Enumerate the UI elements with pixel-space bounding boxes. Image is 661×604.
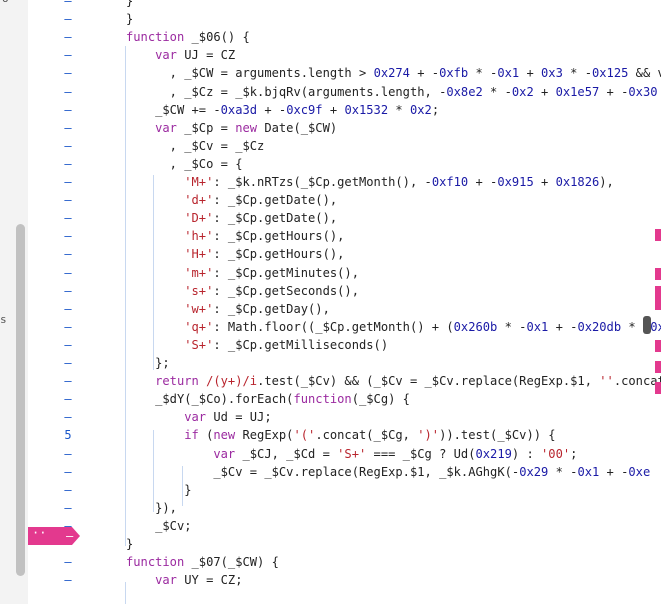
code-line[interactable]: 'q+': Math.floor((_$Cp.getMonth() + (0x2…: [126, 318, 661, 336]
gutter-line[interactable]: –: [28, 83, 94, 101]
code-line[interactable]: function _$06() {: [126, 28, 250, 46]
code-line[interactable]: }: [126, 0, 133, 10]
gutter-line[interactable]: –: [28, 137, 94, 155]
scroll-mark: [655, 382, 661, 394]
scroll-mark: [655, 268, 661, 280]
gutter-line[interactable]: –: [28, 155, 94, 173]
code-line[interactable]: 'd+': _$Cp.getDate(),: [126, 191, 337, 209]
gutter-line[interactable]: –: [28, 445, 94, 463]
left-panel-glyph-top: o: [2, 0, 9, 5]
gutter-line[interactable]: –: [28, 318, 94, 336]
scroll-mark: [655, 286, 661, 298]
code-line[interactable]: 'S+': _$Cp.getMilliseconds(): [126, 336, 388, 354]
code-line[interactable]: 'm+': _$Cp.getMinutes(),: [126, 264, 359, 282]
scroll-mark: [655, 229, 661, 241]
code-vertical-scrollbar[interactable]: [643, 316, 651, 334]
gutter-line[interactable]: –: [28, 101, 94, 119]
code-line[interactable]: , _$Cz = _$k.bjqRv(arguments.length, -0x…: [126, 83, 658, 101]
gutter-line[interactable]: –: [28, 227, 94, 245]
gutter-line[interactable]: –: [28, 28, 94, 46]
code-line[interactable]: var _$Cp = new Date(_$CW): [126, 119, 337, 137]
scroll-mark: [655, 340, 661, 352]
gutter-line[interactable]: –: [28, 0, 94, 10]
code-line[interactable]: 'H+': _$Cp.getHours(),: [126, 245, 344, 263]
gutter-line[interactable]: –: [28, 64, 94, 82]
code-line[interactable]: }),: [126, 499, 177, 517]
left-panel-scrollbar[interactable]: [16, 224, 25, 576]
code-line[interactable]: }: [126, 481, 191, 499]
gutter-line[interactable]: –: [28, 245, 94, 263]
code-line[interactable]: 'D+': _$Cp.getDate(),: [126, 209, 337, 227]
breakpoint-marker[interactable]: ·· –: [28, 527, 80, 545]
code-line[interactable]: var UY = CZ;: [126, 571, 242, 589]
gutter-line[interactable]: –: [28, 264, 94, 282]
code-line[interactable]: }: [126, 10, 133, 28]
code-line[interactable]: 's+': _$Cp.getSeconds(),: [126, 282, 359, 300]
code-line[interactable]: _$dY(_$Co).forEach(function(_$Cg) {: [126, 390, 410, 408]
code-line[interactable]: function _$07(_$CW) {: [126, 553, 279, 571]
gutter-line[interactable]: –: [28, 408, 94, 426]
code-line[interactable]: if (new RegExp('('.concat(_$Cg, ')')).te…: [126, 426, 555, 444]
gutter-line[interactable]: –: [28, 553, 94, 571]
gutter-line[interactable]: –: [28, 119, 94, 137]
gutter-line[interactable]: –: [28, 209, 94, 227]
gutter-line[interactable]: –: [28, 282, 94, 300]
gutter-line[interactable]: –: [28, 372, 94, 390]
code-line[interactable]: , _$CW = arguments.length > 0x274 + -0xf…: [126, 64, 661, 82]
code-line[interactable]: var Ud = UJ;: [126, 408, 271, 426]
gutter-line[interactable]: –: [28, 481, 94, 499]
code-line[interactable]: 'w+': _$Cp.getDay(),: [126, 300, 330, 318]
gutter-line[interactable]: –: [28, 463, 94, 481]
code-editor[interactable]: }} function _$06() { var UJ = CZ , _$CW =…: [96, 0, 661, 604]
code-line[interactable]: , _$Co = {: [126, 155, 243, 173]
gutter-line[interactable]: –: [28, 10, 94, 28]
code-line[interactable]: }: [126, 535, 133, 553]
gutter-line[interactable]: –: [28, 191, 94, 209]
gutter-line[interactable]: –: [28, 46, 94, 64]
code-line[interactable]: _$Cv = _$Cv.replace(RegExp.$1, _$k.AGhgK…: [126, 463, 650, 481]
gutter-line[interactable]: –: [28, 571, 94, 589]
code-line[interactable]: 'M+': _$k.nRTzs(_$Cp.getMonth(), -0xf10 …: [126, 173, 614, 191]
scroll-mark: [655, 361, 661, 373]
code-line[interactable]: return /(y+)/i.test(_$Cv) && (_$Cv = _$C…: [126, 372, 661, 390]
gutter-line[interactable]: –: [28, 390, 94, 408]
code-line[interactable]: var _$CJ, _$Cd = 'S+' === _$Cg ? Ud(0x21…: [126, 445, 577, 463]
left-panel: o s: [0, 0, 29, 604]
gutter-line[interactable]: –: [28, 300, 94, 318]
gutter-line[interactable]: –: [28, 499, 94, 517]
gutter-line[interactable]: –: [28, 336, 94, 354]
breakpoint-dash: –: [66, 529, 74, 543]
left-panel-glyph-mid: s: [0, 313, 7, 326]
gutter-line[interactable]: –: [28, 354, 94, 372]
scroll-mark: [655, 298, 661, 310]
code-line[interactable]: _$CW += -0xa3d + -0xc9f + 0x1532 * 0x2;: [126, 101, 439, 119]
code-line[interactable]: };: [126, 354, 170, 372]
code-line[interactable]: , _$Cv = _$Cz: [126, 137, 265, 155]
line-number-gutter[interactable]: – – – – – – – – – – – – – – – – – – – – – – – –5– – – – – – –: [28, 0, 94, 604]
code-line[interactable]: var UJ = CZ: [126, 46, 235, 64]
code-line[interactable]: 'h+': _$Cp.getHours(),: [126, 227, 344, 245]
code-line[interactable]: _$Cv;: [126, 517, 191, 535]
gutter-line[interactable]: –: [28, 173, 94, 191]
gutter-line[interactable]: 5: [28, 426, 94, 444]
